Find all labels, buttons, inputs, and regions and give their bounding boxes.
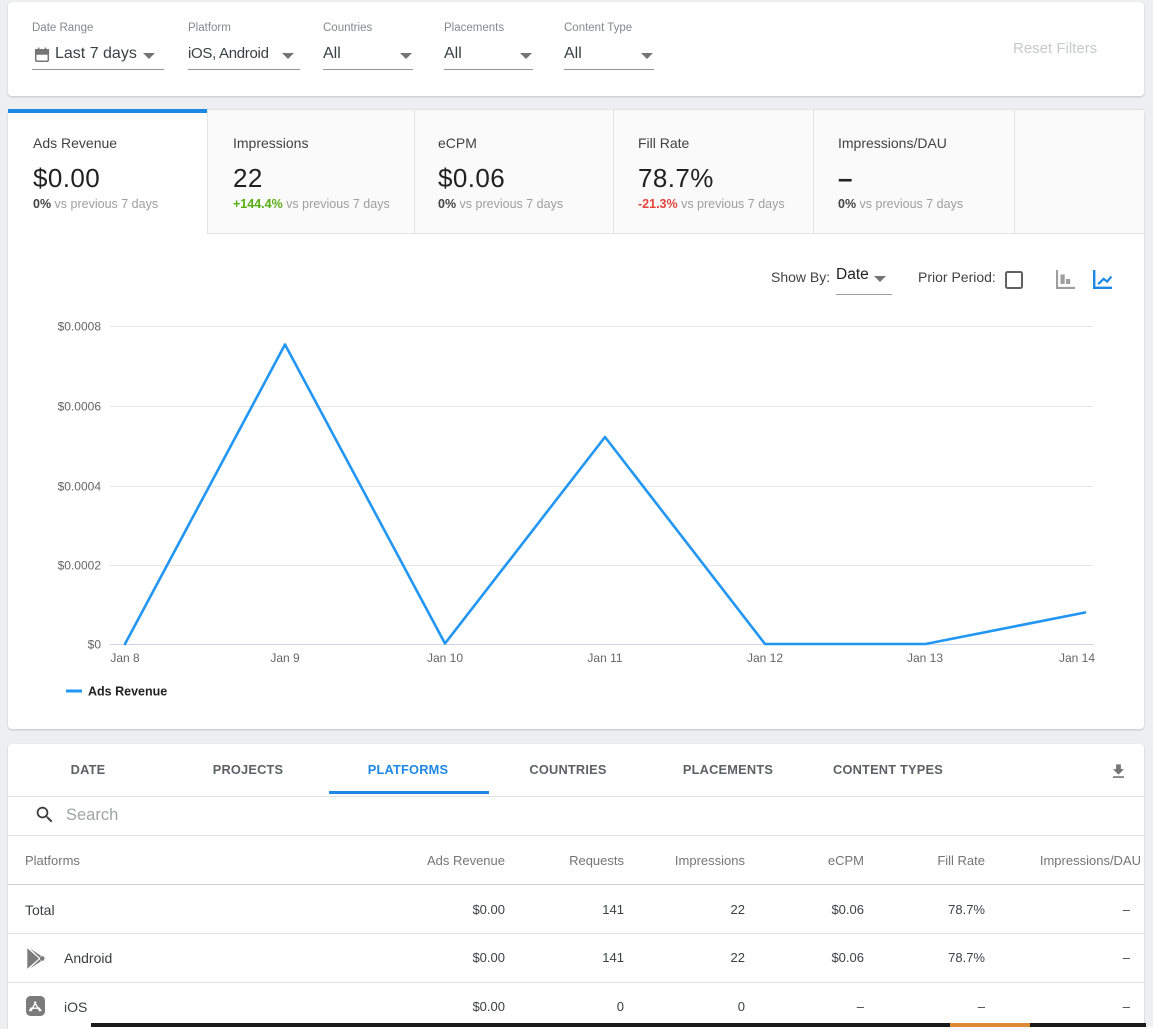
svg-text:$0.0006: $0.0006: [58, 400, 102, 414]
svg-text:$0: $0: [88, 638, 102, 652]
svg-text:$0.0008: $0.0008: [58, 320, 102, 334]
svg-text:Jan 11: Jan 11: [587, 651, 622, 665]
svg-text:$0.0002: $0.0002: [58, 559, 102, 573]
svg-text:Jan 8: Jan 8: [110, 651, 140, 665]
svg-text:$0.0004: $0.0004: [58, 480, 102, 494]
svg-text:Jan 13: Jan 13: [907, 651, 943, 665]
svg-text:Jan 10: Jan 10: [427, 651, 463, 665]
svg-text:Ads Revenue: Ads Revenue: [88, 685, 167, 699]
svg-text:Jan 12: Jan 12: [747, 651, 783, 665]
svg-text:Jan 14: Jan 14: [1059, 651, 1095, 665]
svg-text:Jan 9: Jan 9: [270, 651, 300, 665]
